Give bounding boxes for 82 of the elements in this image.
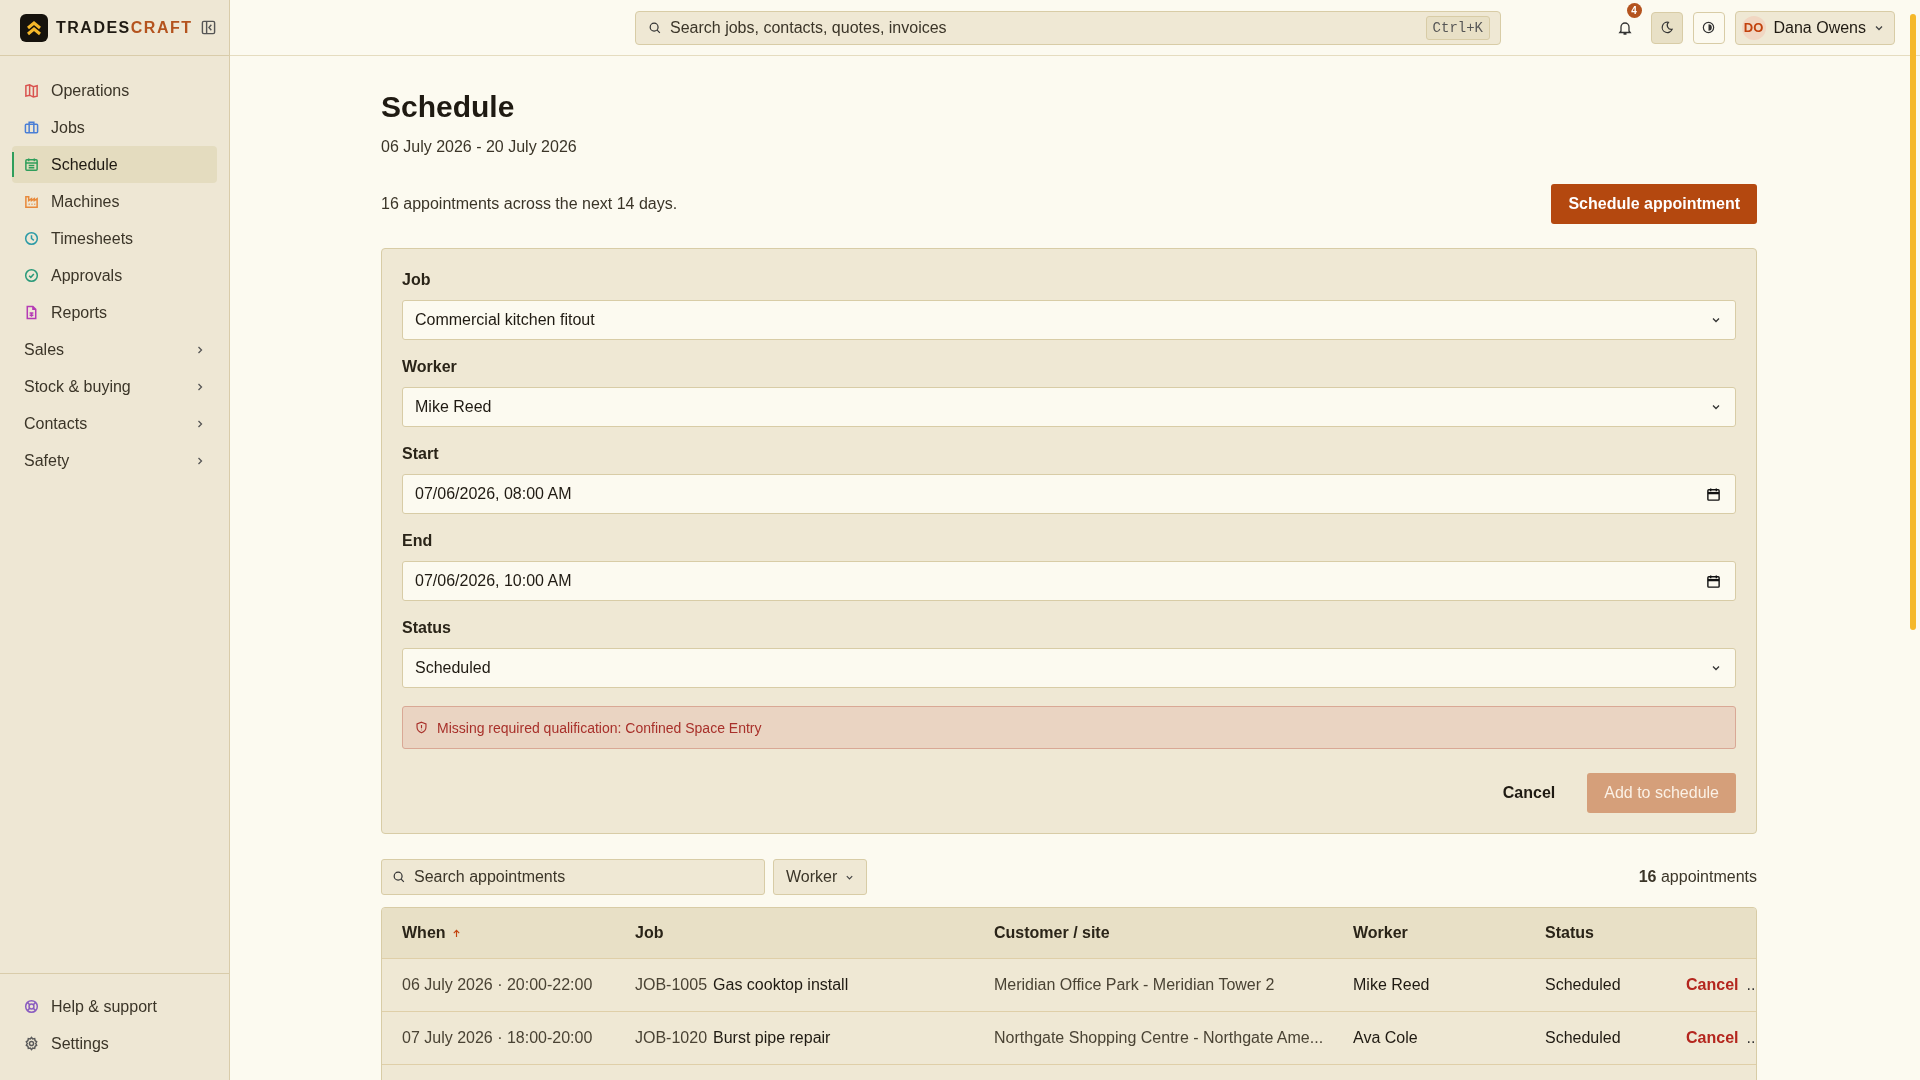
- sidebar-item[interactable]: Reports: [12, 294, 217, 331]
- field-label: Worker: [402, 358, 458, 376]
- select-field[interactable]: Commercial kitchen fitout: [402, 300, 1736, 340]
- search-icon: [648, 20, 662, 35]
- sidebar-item[interactable]: Schedule: [12, 146, 217, 183]
- moon-icon: [1659, 20, 1674, 35]
- sidebar-item[interactable]: Contacts: [12, 405, 217, 442]
- sidebar-item[interactable]: Machines: [12, 183, 217, 220]
- column-header[interactable]: When: [402, 924, 461, 942]
- contrast-icon: [1701, 20, 1716, 35]
- notification-count: 4: [1626, 2, 1642, 18]
- table-cell: Scheduled: [1545, 1029, 1621, 1047]
- caret-icon: [1711, 402, 1721, 412]
- sidebar-item[interactable]: Jobs: [12, 109, 217, 146]
- table-cell: Mike Reed: [1353, 976, 1430, 994]
- column-header[interactable]: Job: [635, 924, 664, 942]
- sidebar-item[interactable]: Sales: [12, 331, 217, 368]
- more-menu[interactable]: ..: [1746, 976, 1756, 994]
- logo-icon: [20, 13, 48, 42]
- sidebar-item[interactable]: Settings: [12, 1025, 217, 1062]
- job-title: Gas cooktop install: [713, 976, 849, 994]
- calendar-icon: [1706, 486, 1721, 502]
- user-menu-button[interactable]: DO Dana Owens: [1734, 10, 1895, 45]
- contrast-button[interactable]: [1692, 11, 1725, 44]
- job-id: JOB-1005: [635, 976, 708, 994]
- shortcut-hint: Ctrl+K: [1425, 15, 1490, 40]
- cancel-link[interactable]: Cancel: [1686, 976, 1739, 994]
- global-search-field[interactable]: Search jobs, contacts, quotes, invoices Ctrl+K: [635, 10, 1501, 45]
- caret-icon: [1711, 663, 1721, 673]
- select-field[interactable]: Scheduled: [402, 648, 1736, 688]
- column-header[interactable]: Status: [1545, 924, 1594, 942]
- more-menu[interactable]: ..: [1746, 1029, 1756, 1047]
- sidebar-item[interactable]: Safety: [12, 442, 217, 479]
- field-label: Status: [402, 619, 452, 637]
- search-placeholder: Search jobs, contacts, quotes, invoices: [670, 18, 948, 37]
- chevron-right-icon: [195, 455, 205, 466]
- cancel-link[interactable]: Cancel: [1686, 1029, 1739, 1047]
- table-cell: Meridian Office Park - Meridian Tower 2: [994, 976, 1275, 994]
- dark-mode-button[interactable]: [1650, 11, 1683, 44]
- datetime-field[interactable]: 07/06/2026, 08:00 AM: [402, 474, 1736, 514]
- search-placeholder: Search appointments: [414, 868, 567, 886]
- table-cell: 06 July 2026 · 20:00-22:00: [402, 976, 593, 994]
- page-title: Schedule: [381, 90, 516, 124]
- scrollbar[interactable]: [1910, 14, 1916, 630]
- appointment-search-field[interactable]: Search appointments: [381, 859, 765, 895]
- calendar-icon: [1706, 573, 1721, 589]
- table-cell: Ava Cole: [1353, 1029, 1418, 1047]
- field-label: End: [402, 532, 434, 550]
- appointment-count: 16 appointments: [1638, 868, 1757, 886]
- sort-ascending-icon: [451, 928, 461, 938]
- datetime-field[interactable]: 07/06/2026, 10:00 AM: [402, 561, 1736, 601]
- sidebar-item[interactable]: Help & support: [12, 988, 217, 1025]
- select-field[interactable]: Mike Reed: [402, 387, 1736, 427]
- bell-icon: [1616, 19, 1633, 36]
- column-header[interactable]: Customer / site: [994, 924, 1110, 942]
- worker-filter-button[interactable]: Worker: [773, 859, 868, 895]
- error-message: Missing required qualification: Confined Space Entry: [437, 719, 762, 736]
- sidebar-item[interactable]: Approvals: [12, 257, 217, 294]
- date-range: 06 July 2026 - 20 July 2026: [381, 138, 578, 156]
- schedule-appointment-button[interactable]: Schedule appointment: [1551, 184, 1757, 224]
- field-label: Job: [402, 271, 432, 289]
- column-header[interactable]: Worker: [1353, 924, 1408, 942]
- caret-icon: [1711, 315, 1721, 325]
- job-title: Burst pipe repair: [713, 1029, 831, 1047]
- sidebar-item[interactable]: Timesheets: [12, 220, 217, 257]
- table-cell: Scheduled: [1545, 976, 1621, 994]
- shield-alert-icon: [415, 721, 428, 734]
- summary-text: 16 appointments across the next 14 days.: [381, 195, 678, 213]
- chevron-right-icon: [195, 381, 205, 392]
- table-cell: 07 July 2026 · 18:00-20:00: [402, 1029, 593, 1047]
- sidebar-item[interactable]: Operations: [12, 72, 217, 109]
- search-icon: [392, 870, 406, 884]
- avatar-initials: DO: [1741, 15, 1766, 40]
- sidebar-item[interactable]: Stock & buying: [12, 368, 217, 405]
- field-label: Start: [402, 445, 440, 463]
- cancel-button[interactable]: Cancel: [1486, 773, 1572, 813]
- brand-name: TRADESCRAFT: [56, 18, 193, 37]
- collapse-sidebar-icon[interactable]: [200, 20, 216, 35]
- table-cell: Northgate Shopping Centre - Northgate Ame...: [994, 1029, 1324, 1047]
- job-id: JOB-1020: [635, 1029, 708, 1047]
- chevron-right-icon: [195, 344, 205, 355]
- chevron-right-icon: [195, 418, 205, 429]
